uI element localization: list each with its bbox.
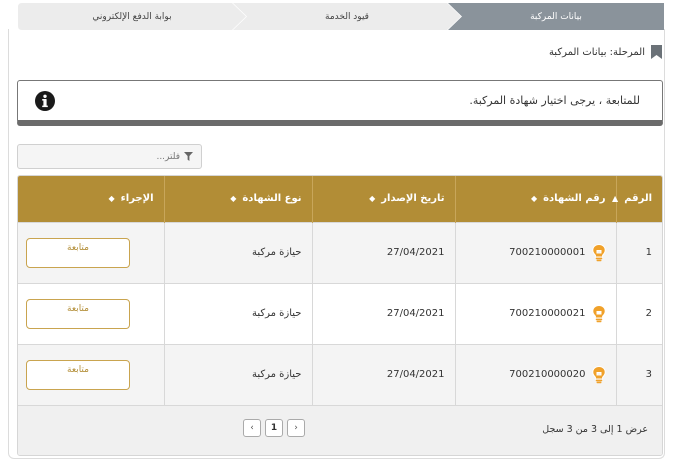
cell-certificate-type: حيازة مركبة	[163, 343, 312, 405]
certificate-number: 700210000021	[509, 308, 586, 319]
step-payment-gateway-label: بوابة الدفع الإلكتروني	[92, 11, 172, 22]
cell-issue-date: 27/04/2021	[311, 343, 455, 405]
table-row[interactable]: 1 700210000001 27/04/2021 حيازة مركبة مت…	[18, 221, 662, 283]
column-header-certificate-type[interactable]: نوع الشهادة◆	[163, 176, 312, 222]
step-service-restrictions[interactable]: قيود الخدمة	[233, 3, 461, 30]
cell-issue-date: 27/04/2021	[311, 282, 455, 344]
info-alert: للمتابعة ، يرجى اختيار شهادة المركبة.	[17, 80, 663, 126]
cell-certificate-type: حيازة مركبة	[163, 282, 312, 344]
certificates-table: الرقم▲ رقم الشهادة◆ تاريخ الإصدار◆ نوع ا…	[17, 175, 663, 456]
sort-icon: ◆	[369, 193, 376, 203]
table-footer: عرض 1 إلى 3 من 3 سجل ‹ 1 ›	[18, 405, 662, 455]
table-row[interactable]: 3 700210000020 27/04/2021 حيازة مركبة مت…	[18, 343, 662, 405]
continue-button[interactable]: متابعة	[26, 359, 130, 390]
cell-certificate-type: حيازة مركبة	[163, 221, 312, 283]
lightbulb-icon	[591, 304, 606, 322]
sort-icon: ◆	[530, 193, 538, 203]
cell-index: 2	[615, 282, 662, 344]
page-number-button[interactable]: 1	[265, 419, 283, 437]
column-header-issue-date[interactable]: تاريخ الإصدار◆	[311, 176, 455, 222]
continue-button[interactable]: متابعة	[26, 237, 130, 268]
step-payment-gateway[interactable]: بوابة الدفع الإلكتروني	[18, 3, 246, 30]
filter-field[interactable]	[17, 144, 202, 169]
table-row[interactable]: 2 700210000021 27/04/2021 حيازة مركبة مت…	[18, 282, 662, 344]
stage-heading: المرحلة: بيانات المركبة	[549, 45, 662, 59]
sort-icon: ◆	[230, 193, 237, 203]
info-icon	[35, 91, 55, 111]
next-page-button[interactable]: ›	[287, 419, 305, 437]
column-header-index[interactable]: الرقم▲	[612, 176, 662, 222]
info-message: للمتابعة ، يرجى اختيار شهادة المركبة.	[469, 94, 640, 107]
filter-icon	[184, 152, 193, 161]
table-header-row: الرقم▲ رقم الشهادة◆ تاريخ الإصدار◆ نوع ا…	[18, 176, 662, 222]
column-header-action[interactable]: الإجراء◆	[18, 176, 164, 222]
bookmark-icon	[651, 45, 662, 59]
filter-input[interactable]	[40, 151, 180, 162]
column-header-certificate-no[interactable]: رقم الشهادة◆	[454, 176, 616, 222]
certificate-number: 700210000020	[509, 369, 586, 381]
stage-label: المرحلة: بيانات المركبة	[548, 46, 645, 58]
previous-page-button[interactable]: ‹	[243, 419, 261, 437]
cell-index: 1	[615, 221, 662, 283]
progress-stepper: بيانات المركبة قيود الخدمة بوابة الدفع ا…	[18, 3, 664, 30]
step-vehicle-data-label: بيانات المركبة	[530, 11, 582, 22]
cell-issue-date: 27/04/2021	[311, 221, 455, 283]
continue-button[interactable]: متابعة	[26, 298, 130, 329]
pagination: ‹ 1 ›	[243, 419, 305, 437]
sort-icon: ▲	[612, 193, 619, 203]
certificate-number: 700210000001	[509, 247, 586, 258]
lightbulb-icon	[591, 365, 606, 383]
cell-index: 3	[615, 343, 662, 405]
lightbulb-icon	[591, 243, 606, 261]
sort-icon: ◆	[108, 193, 115, 203]
step-service-restrictions-label: قيود الخدمة	[325, 11, 369, 22]
step-vehicle-data[interactable]: بيانات المركبة	[448, 3, 664, 30]
records-summary: عرض 1 إلى 3 من 3 سجل	[542, 424, 648, 435]
